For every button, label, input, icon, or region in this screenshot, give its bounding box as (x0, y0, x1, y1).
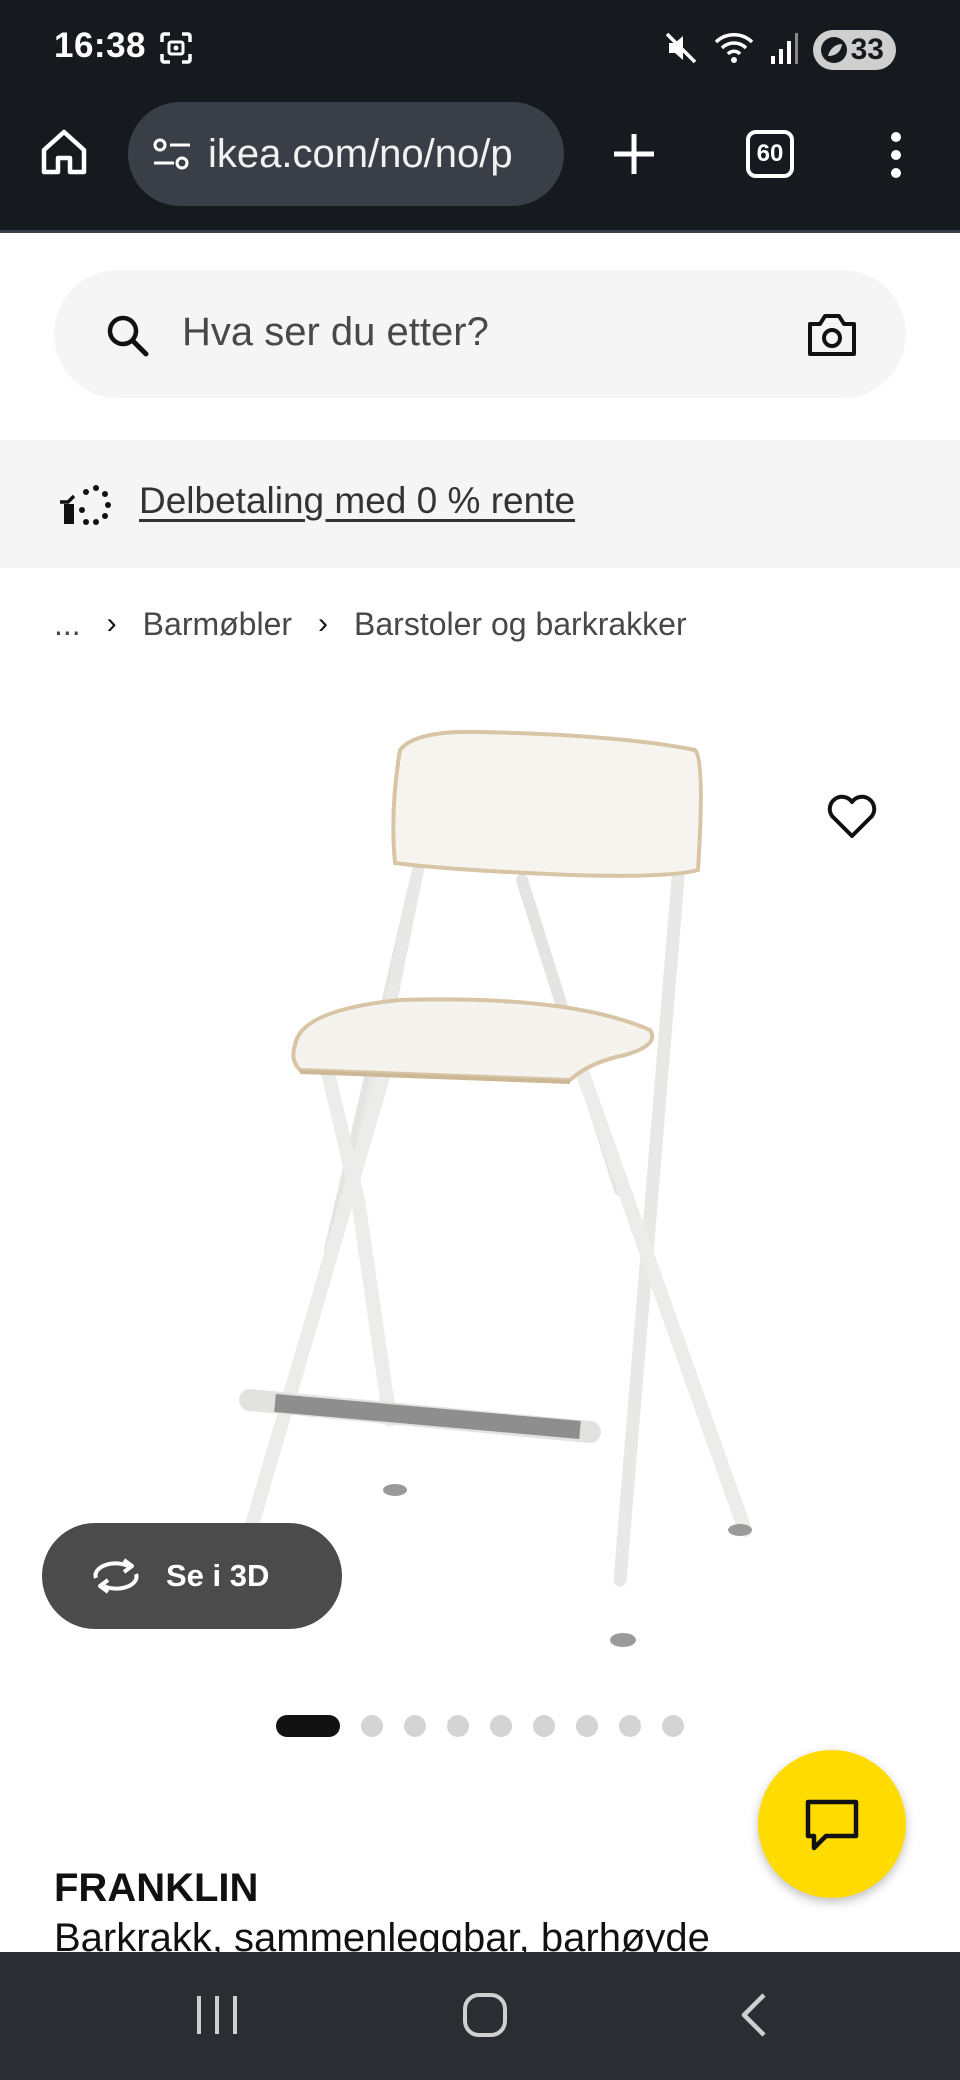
status-bar: 16:38 33 (0, 0, 960, 100)
breadcrumb-item-bar-stools[interactable]: Barstoler og barkrakker (354, 606, 687, 643)
new-tab-icon[interactable] (608, 128, 660, 180)
search-bar[interactable]: Hva ser du etter? (54, 270, 906, 398)
chat-icon (804, 1798, 860, 1852)
heart-icon[interactable] (826, 792, 878, 840)
mute-icon (663, 30, 699, 71)
product-name: FRANKLIN (54, 1866, 259, 1910)
url-text[interactable]: ikea.com/no/no/p (208, 132, 513, 177)
chat-button[interactable] (758, 1750, 906, 1898)
tab-switcher-icon[interactable]: 60 (746, 130, 794, 178)
carousel-dot[interactable] (447, 1715, 469, 1737)
status-time: 16:38 (54, 26, 147, 65)
chevron-right-icon: › (318, 607, 329, 640)
camera-icon[interactable] (806, 310, 858, 358)
promo-banner: Delbetaling med 0 % rente (0, 440, 960, 568)
battery-saver-icon (820, 37, 847, 63)
carousel-dot-active[interactable] (276, 1715, 340, 1737)
signal-icon (769, 30, 799, 71)
battery-indicator: 33 (812, 30, 896, 70)
view-3d-button[interactable]: Se i 3D (42, 1523, 342, 1629)
site-settings-icon[interactable] (150, 132, 194, 176)
breadcrumb-item-more[interactable]: ... (54, 606, 81, 643)
browser-toolbar: ikea.com/no/no/p 60 (0, 100, 960, 230)
recents-icon[interactable] (194, 1992, 240, 2038)
rotate-3d-icon (88, 1556, 144, 1596)
wifi-icon (713, 30, 755, 71)
carousel-dot[interactable] (404, 1715, 426, 1737)
search-input[interactable]: Hva ser du etter? (182, 310, 489, 355)
breadcrumb: ... › Barmøbler › Barstoler og barkrakke… (54, 604, 687, 644)
system-nav-bar (0, 1952, 960, 2080)
more-icon[interactable] (880, 130, 912, 180)
carousel-dot[interactable] (490, 1715, 512, 1737)
address-bar[interactable]: ikea.com/no/no/p (128, 102, 564, 206)
status-icons: 33 (663, 28, 896, 72)
carousel-dot[interactable] (662, 1715, 684, 1737)
home-icon[interactable] (38, 126, 90, 178)
view-3d-label: Se i 3D (166, 1558, 270, 1593)
image-carousel-dots (276, 1714, 684, 1738)
back-icon[interactable] (736, 1990, 772, 2040)
screenshot-icon (158, 30, 194, 71)
installment-icon (58, 480, 114, 528)
carousel-dot[interactable] (619, 1715, 641, 1737)
installment-link[interactable]: Delbetaling med 0 % rente (139, 480, 575, 522)
carousel-dot[interactable] (361, 1715, 383, 1737)
home-nav-icon[interactable] (462, 1990, 508, 2040)
breadcrumb-item-bar-furniture[interactable]: Barmøbler (143, 606, 292, 643)
carousel-dot[interactable] (576, 1715, 598, 1737)
toolbar-divider (0, 230, 960, 233)
carousel-dot[interactable] (533, 1715, 555, 1737)
chevron-right-icon: › (106, 607, 117, 640)
search-icon (104, 312, 150, 358)
battery-level: 33 (850, 33, 884, 66)
